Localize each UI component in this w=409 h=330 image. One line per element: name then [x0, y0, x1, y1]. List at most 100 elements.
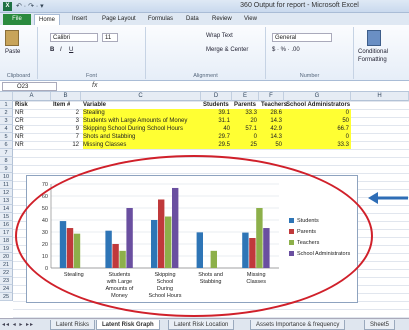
- tab-review[interactable]: Review: [212, 14, 232, 25]
- paste-button[interactable]: Paste: [5, 49, 20, 55]
- row-header[interactable]: 23: [0, 277, 13, 285]
- table-cell[interactable]: 33.3: [284, 141, 351, 149]
- tab-home[interactable]: Home: [34, 14, 61, 25]
- row-header[interactable]: 8: [0, 157, 13, 165]
- sheet-tab[interactable]: Latent Risk Location: [168, 320, 235, 330]
- font-name-select[interactable]: Calibri: [50, 33, 98, 42]
- paste-icon[interactable]: [5, 30, 19, 46]
- table-cell[interactable]: 29.7: [201, 133, 232, 141]
- table-cell[interactable]: NR: [15, 141, 49, 149]
- column-header[interactable]: E: [232, 92, 259, 101]
- column-header[interactable]: G: [284, 92, 351, 101]
- table-cell[interactable]: Stealing: [83, 109, 201, 117]
- row-header[interactable]: 16: [0, 221, 13, 229]
- row-header[interactable]: 10: [0, 173, 13, 181]
- row-header[interactable]: 21: [0, 261, 13, 269]
- table-cell[interactable]: 14.3: [259, 133, 284, 141]
- table-cell[interactable]: 40: [201, 125, 232, 133]
- table-cell[interactable]: Students with Large Amounts of Money: [83, 117, 201, 125]
- font-size-select[interactable]: 11: [102, 33, 118, 42]
- conditional-formatting-button[interactable]: Conditional: [358, 49, 388, 55]
- tab-insert[interactable]: Insert: [72, 14, 87, 25]
- number-format-buttons[interactable]: $ · % · .00: [272, 47, 300, 53]
- table-cell[interactable]: 3: [51, 117, 81, 125]
- table-header[interactable]: Risk: [15, 101, 28, 109]
- table-cell[interactable]: 0: [284, 133, 351, 141]
- table-cell[interactable]: 2: [51, 109, 81, 117]
- column-header[interactable]: B: [51, 92, 81, 101]
- table-cell[interactable]: 50: [259, 141, 284, 149]
- column-header[interactable]: D: [201, 92, 232, 101]
- table-header[interactable]: Parents: [234, 101, 256, 109]
- merge-center-button[interactable]: Merge & Center: [206, 47, 248, 53]
- tab-page-layout[interactable]: Page Layout: [102, 14, 136, 25]
- table-cell[interactable]: Skipping School During School Hours: [83, 125, 201, 133]
- table-cell[interactable]: 39.1: [201, 109, 232, 117]
- table-cell[interactable]: 57.1: [232, 125, 259, 133]
- row-header[interactable]: 24: [0, 285, 13, 293]
- tab-file[interactable]: File: [3, 14, 31, 25]
- table-cell[interactable]: CR: [15, 117, 49, 125]
- sheet-nav-arrows[interactable]: ◂◂ ◂ ▸ ▸▸: [2, 321, 34, 328]
- table-header[interactable]: School Administrators: [286, 101, 350, 109]
- table-header[interactable]: Item #: [53, 101, 70, 109]
- sheet-tab-active[interactable]: Latent Risk Graph: [96, 320, 160, 330]
- row-header[interactable]: 17: [0, 229, 13, 237]
- table-cell[interactable]: Missing Classes: [83, 141, 201, 149]
- table-cell[interactable]: 28.6: [259, 109, 284, 117]
- tab-formulas[interactable]: Formulas: [148, 14, 173, 25]
- sheet-tab[interactable]: Sheet5: [364, 320, 396, 330]
- table-cell[interactable]: 7: [51, 133, 81, 141]
- column-header[interactable]: H: [351, 92, 409, 101]
- table-cell[interactable]: 0: [232, 133, 259, 141]
- table-cell[interactable]: 33.3: [232, 109, 259, 117]
- table-cell[interactable]: 29.5: [201, 141, 232, 149]
- table-cell[interactable]: 14.3: [259, 117, 284, 125]
- row-header[interactable]: 15: [0, 213, 13, 221]
- table-cell[interactable]: NR: [15, 133, 49, 141]
- table-header[interactable]: Students: [203, 101, 229, 109]
- table-cell[interactable]: 9: [51, 125, 81, 133]
- table-cell[interactable]: 42.9: [259, 125, 284, 133]
- row-header[interactable]: 6: [0, 141, 13, 149]
- row-header[interactable]: 7: [0, 149, 13, 157]
- row-header[interactable]: 4: [0, 125, 13, 133]
- select-all-corner[interactable]: [0, 92, 13, 101]
- table-header[interactable]: Variable: [83, 101, 106, 109]
- table-header[interactable]: Teachers: [261, 101, 287, 109]
- row-header[interactable]: 11: [0, 181, 13, 189]
- row-header[interactable]: 18: [0, 237, 13, 245]
- wrap-text-button[interactable]: Wrap Text: [206, 33, 233, 39]
- table-cell[interactable]: NR: [15, 109, 49, 117]
- row-header[interactable]: 1: [0, 101, 13, 109]
- table-cell[interactable]: 25: [232, 141, 259, 149]
- row-header[interactable]: 13: [0, 197, 13, 205]
- table-cell[interactable]: 0: [284, 109, 351, 117]
- sheet-tab[interactable]: Assets Importance & frequency: [250, 320, 346, 330]
- row-header[interactable]: 12: [0, 189, 13, 197]
- column-header[interactable]: C: [81, 92, 201, 101]
- number-format-select[interactable]: General: [272, 33, 332, 42]
- table-cell[interactable]: 12: [51, 141, 81, 149]
- name-box[interactable]: O23: [2, 82, 57, 91]
- table-cell[interactable]: 31.1: [201, 117, 232, 125]
- column-header[interactable]: A: [13, 92, 51, 101]
- row-header[interactable]: 5: [0, 133, 13, 141]
- italic-button[interactable]: I: [60, 47, 62, 53]
- tab-data[interactable]: Data: [186, 14, 199, 25]
- row-header[interactable]: 25: [0, 293, 13, 301]
- table-cell[interactable]: 20: [232, 117, 259, 125]
- row-header[interactable]: 9: [0, 165, 13, 173]
- table-cell[interactable]: CR: [15, 125, 49, 133]
- row-header[interactable]: 19: [0, 245, 13, 253]
- tab-view[interactable]: View: [244, 14, 257, 25]
- table-cell[interactable]: 50: [284, 117, 351, 125]
- table-cell[interactable]: 66.7: [284, 125, 351, 133]
- sheet-tab[interactable]: Latent Risks: [50, 320, 96, 330]
- column-header[interactable]: F: [259, 92, 284, 101]
- row-header[interactable]: 2: [0, 109, 13, 117]
- row-header[interactable]: 14: [0, 205, 13, 213]
- conditional-formatting-icon[interactable]: [367, 30, 381, 46]
- underline-button[interactable]: U: [69, 47, 73, 53]
- row-header[interactable]: 22: [0, 269, 13, 277]
